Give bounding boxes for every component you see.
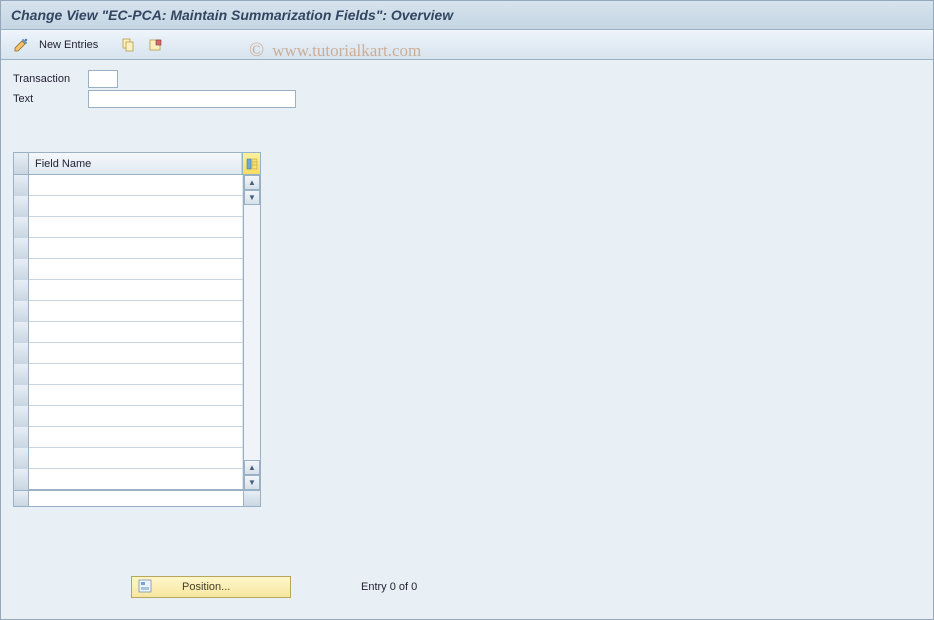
field-name-cell[interactable] [29, 364, 243, 384]
form-area: Transaction Text [1, 60, 933, 114]
copy-icon[interactable] [118, 35, 138, 55]
table-row [14, 259, 243, 280]
row-select-handle[interactable] [14, 322, 29, 343]
scroll-up-icon[interactable]: ▲ [244, 175, 260, 190]
field-name-cell[interactable] [29, 406, 243, 426]
grid-footer-fill [29, 491, 243, 506]
field-name-cell[interactable] [29, 385, 243, 405]
delimit-icon[interactable] [146, 35, 166, 55]
table-row [14, 175, 243, 196]
field-name-cell[interactable] [29, 343, 243, 363]
column-header-field-name[interactable]: Field Name [29, 153, 242, 174]
transaction-input[interactable] [88, 70, 118, 88]
row-select-handle[interactable] [14, 448, 29, 469]
row-select-handle[interactable] [14, 238, 29, 259]
row-select-handle[interactable] [14, 427, 29, 448]
row-select-handle[interactable] [14, 217, 29, 238]
field-name-cell[interactable] [29, 196, 243, 216]
field-name-cell[interactable] [29, 448, 243, 468]
transaction-label: Transaction [13, 71, 88, 87]
page-title: Change View "EC-PCA: Maintain Summarizat… [1, 1, 933, 30]
table-row [14, 280, 243, 301]
entry-count-label: Entry 0 of 0 [361, 581, 417, 593]
field-name-cell[interactable] [29, 427, 243, 447]
scroll-track[interactable] [244, 205, 260, 460]
field-name-cell[interactable] [29, 280, 243, 300]
table-row [14, 406, 243, 427]
field-name-cell[interactable] [29, 322, 243, 342]
position-icon [138, 579, 152, 596]
table-row [14, 196, 243, 217]
field-name-cell[interactable] [29, 217, 243, 237]
row-select-handle[interactable] [14, 385, 29, 406]
field-name-cell[interactable] [29, 301, 243, 321]
toggle-display-change-icon[interactable] [11, 35, 31, 55]
table-row [14, 448, 243, 469]
scroll-up-bottom-icon[interactable]: ▲ [244, 460, 260, 475]
text-input[interactable] [88, 90, 296, 108]
table-row [14, 469, 243, 490]
new-entries-button[interactable]: New Entries [39, 39, 98, 51]
table-settings-icon[interactable] [242, 153, 260, 174]
bottom-bar: Position... Entry 0 of 0 [1, 575, 933, 599]
scroll-down-icon[interactable]: ▼ [244, 190, 260, 205]
field-name-cell[interactable] [29, 259, 243, 279]
grid-footer-handle [14, 491, 29, 506]
row-select-handle[interactable] [14, 259, 29, 280]
table-row [14, 322, 243, 343]
row-select-handle[interactable] [14, 175, 29, 196]
scroll-down-bottom-icon[interactable]: ▼ [244, 475, 260, 490]
title-text: Change View "EC-PCA: Maintain Summarizat… [11, 7, 453, 23]
row-select-handle[interactable] [14, 469, 29, 490]
text-label: Text [13, 91, 88, 107]
table-row [14, 217, 243, 238]
table-row [14, 301, 243, 322]
table-row [14, 385, 243, 406]
field-name-grid: Field Name ▲ ▼ ▲ ▼ [13, 152, 261, 507]
table-row [14, 343, 243, 364]
row-select-handle[interactable] [14, 343, 29, 364]
row-select-handle[interactable] [14, 301, 29, 322]
position-button-label: Position... [182, 581, 230, 593]
position-button[interactable]: Position... [131, 576, 291, 598]
table-row [14, 427, 243, 448]
vertical-scrollbar[interactable]: ▲ ▼ ▲ ▼ [243, 175, 260, 490]
row-select-handle[interactable] [14, 196, 29, 217]
grid-scroll-corner [243, 491, 260, 506]
field-name-cell[interactable] [29, 469, 243, 489]
row-select-handle[interactable] [14, 280, 29, 301]
field-name-cell[interactable] [29, 238, 243, 258]
toolbar: New Entries [1, 30, 933, 60]
row-select-handle[interactable] [14, 364, 29, 385]
table-row [14, 364, 243, 385]
table-row [14, 238, 243, 259]
row-select-handle[interactable] [14, 406, 29, 427]
select-all-handle[interactable] [14, 153, 29, 174]
field-name-cell[interactable] [29, 175, 243, 195]
